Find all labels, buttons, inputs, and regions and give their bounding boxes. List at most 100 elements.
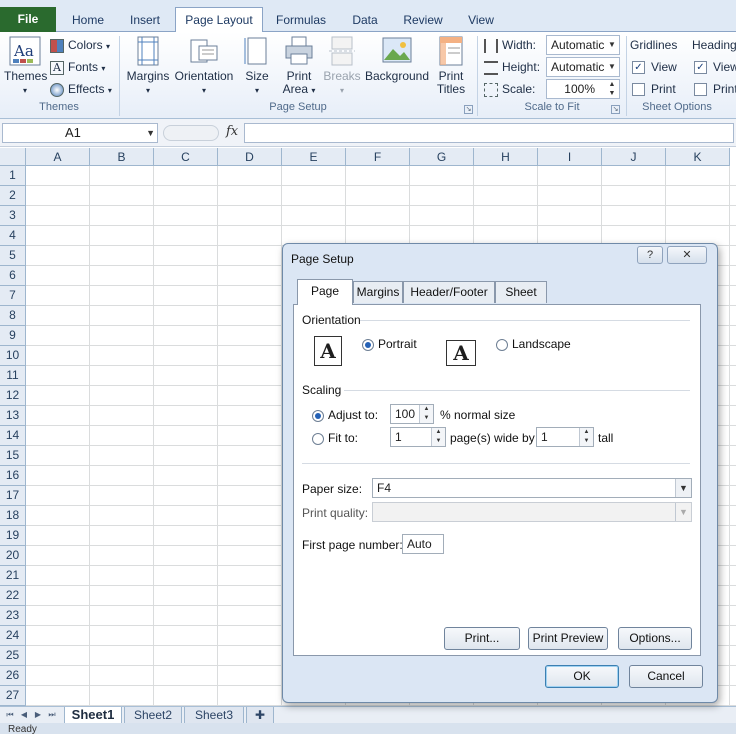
insert-sheet-icon[interactable]: ✚	[246, 707, 274, 724]
fit-tall-spinner[interactable]: 1 ▲ ▼	[536, 427, 594, 447]
gridlines-view-checkbox[interactable]: ✓ View	[632, 57, 677, 77]
row-header[interactable]: 13	[0, 406, 26, 426]
portrait-radio[interactable]: Portrait	[362, 337, 417, 351]
tab-header-footer[interactable]: Header/Footer	[403, 281, 495, 303]
row-header[interactable]: 27	[0, 686, 26, 706]
row-header[interactable]: 9	[0, 326, 26, 346]
colors-button[interactable]: Colors ▾	[50, 35, 110, 55]
headings-view-checkbox[interactable]: ✓ View	[694, 57, 736, 77]
first-page-number-input[interactable]: Auto	[402, 534, 444, 554]
row-header[interactable]: 6	[0, 266, 26, 286]
select-all-corner[interactable]	[0, 148, 26, 166]
column-header[interactable]: A	[26, 148, 90, 166]
formula-input[interactable]	[244, 123, 734, 143]
row-header[interactable]: 12	[0, 386, 26, 406]
column-header[interactable]: J	[602, 148, 666, 166]
width-combo[interactable]: Automatic ▼	[546, 35, 620, 55]
last-sheet-icon[interactable]: ⏭	[46, 709, 58, 721]
spinner-arrows-icon[interactable]: ▲ ▼	[419, 405, 433, 423]
options-button[interactable]: Options...	[618, 627, 692, 650]
row-header[interactable]: 26	[0, 666, 26, 686]
gridlines-print-checkbox[interactable]: Print	[632, 79, 676, 99]
fit-to-radio[interactable]: Fit to:	[312, 431, 358, 445]
print-preview-button[interactable]: Print Preview	[528, 627, 608, 650]
row-header[interactable]: 24	[0, 626, 26, 646]
column-header[interactable]: B	[90, 148, 154, 166]
row-header[interactable]: 16	[0, 466, 26, 486]
row-header[interactable]: 17	[0, 486, 26, 506]
row-header[interactable]: 1	[0, 166, 26, 186]
adjust-to-radio[interactable]: Adjust to:	[312, 408, 378, 422]
help-icon[interactable]: ?	[637, 246, 663, 264]
spinner-arrows-icon[interactable]: ▲ ▼	[431, 428, 445, 446]
column-header[interactable]: I	[538, 148, 602, 166]
next-sheet-icon[interactable]: ▶	[32, 709, 44, 721]
page-setup-launcher-icon[interactable]: ↘	[464, 105, 473, 114]
height-combo[interactable]: Automatic ▼	[546, 57, 620, 77]
row-header[interactable]: 15	[0, 446, 26, 466]
tab-insert[interactable]: Insert	[120, 9, 170, 32]
column-header[interactable]: H	[474, 148, 538, 166]
column-header[interactable]: G	[410, 148, 474, 166]
tab-home[interactable]: Home	[62, 9, 114, 32]
tab-margins[interactable]: Margins	[353, 281, 403, 303]
row-header[interactable]: 18	[0, 506, 26, 526]
tab-data[interactable]: Data	[340, 9, 390, 32]
effects-button[interactable]: Effects ▾	[50, 79, 112, 99]
close-icon[interactable]: ✕	[667, 246, 707, 264]
print-area-button[interactable]: Print Area ▾	[280, 36, 318, 100]
row-header[interactable]: 11	[0, 366, 26, 386]
column-header[interactable]: D	[218, 148, 282, 166]
column-header[interactable]: K	[666, 148, 730, 166]
tab-page-layout[interactable]: Page Layout	[175, 7, 263, 33]
sheet-tab-sheet3[interactable]: Sheet3	[184, 707, 244, 724]
landscape-radio[interactable]: Landscape	[496, 337, 571, 351]
row-header[interactable]: 21	[0, 566, 26, 586]
row-header[interactable]: 23	[0, 606, 26, 626]
tab-page[interactable]: Page	[297, 279, 353, 305]
formula-bar-handle[interactable]	[163, 125, 219, 141]
ok-button[interactable]: OK	[545, 665, 619, 688]
row-header[interactable]: 19	[0, 526, 26, 546]
fonts-button[interactable]: A Fonts ▾	[50, 57, 105, 77]
adjust-to-spinner[interactable]: 100 ▲ ▼	[390, 404, 434, 424]
print-quality-select[interactable]: ▼	[372, 502, 692, 522]
column-header[interactable]: C	[154, 148, 218, 166]
tab-review[interactable]: Review	[396, 9, 450, 32]
print-titles-button[interactable]: Print Titles	[432, 36, 470, 100]
spinner-arrows-icon[interactable]: ▲ ▼	[579, 428, 593, 446]
column-header[interactable]: E	[282, 148, 346, 166]
headings-print-checkbox[interactable]: Print	[694, 79, 736, 99]
first-sheet-icon[interactable]: ⏮	[4, 709, 16, 721]
row-header[interactable]: 2	[0, 186, 26, 206]
row-header[interactable]: 4	[0, 226, 26, 246]
row-header[interactable]: 5	[0, 246, 26, 266]
sheet-tab-sheet2[interactable]: Sheet2	[124, 707, 182, 724]
row-header[interactable]: 7	[0, 286, 26, 306]
tab-file[interactable]: File	[0, 7, 56, 32]
tab-formulas[interactable]: Formulas	[268, 9, 334, 32]
sheet-tab-sheet1[interactable]: Sheet1	[64, 707, 122, 724]
name-box[interactable]: A1 ▼	[2, 123, 158, 143]
orientation-button[interactable]: Orientation ▾	[172, 36, 236, 100]
column-header[interactable]: F	[346, 148, 410, 166]
row-header[interactable]: 10	[0, 346, 26, 366]
row-header[interactable]: 25	[0, 646, 26, 666]
themes-button[interactable]: Aa Themes ▾	[4, 36, 47, 100]
row-header[interactable]: 8	[0, 306, 26, 326]
scale-to-fit-launcher-icon[interactable]: ↘	[611, 105, 620, 114]
scale-spinner[interactable]: 100% ▲ ▼	[546, 79, 620, 99]
tab-sheet[interactable]: Sheet	[495, 281, 547, 303]
breaks-button[interactable]: Breaks ▾	[322, 36, 362, 100]
row-header[interactable]: 14	[0, 426, 26, 446]
fit-wide-spinner[interactable]: 1 ▲ ▼	[390, 427, 446, 447]
row-header[interactable]: 20	[0, 546, 26, 566]
row-header[interactable]: 22	[0, 586, 26, 606]
prev-sheet-icon[interactable]: ◀	[18, 709, 30, 721]
row-header[interactable]: 3	[0, 206, 26, 226]
paper-size-select[interactable]: F4 ▼	[372, 478, 692, 498]
cancel-button[interactable]: Cancel	[629, 665, 703, 688]
background-button[interactable]: Background	[364, 36, 430, 100]
print-button[interactable]: Print...	[444, 627, 520, 650]
insert-function-icon[interactable]: fx	[226, 124, 238, 139]
